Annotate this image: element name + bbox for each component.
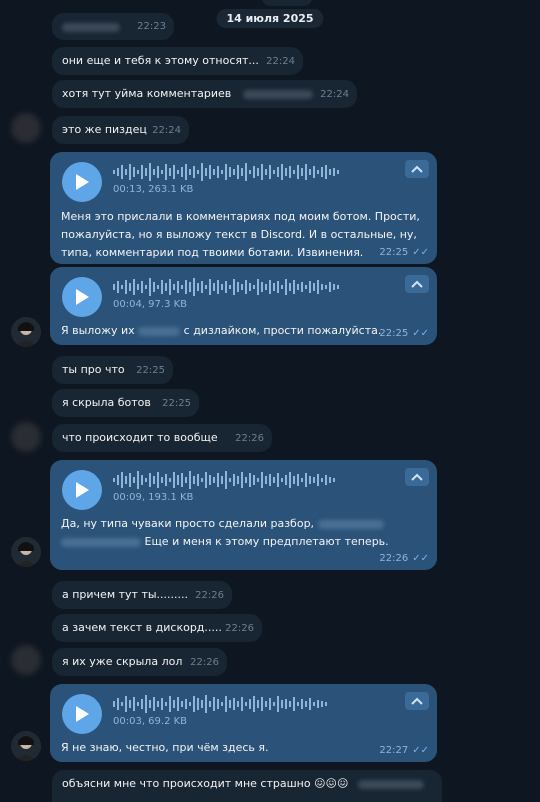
incoming-message[interactable]: 22:23	[52, 13, 174, 40]
redacted-text	[358, 779, 424, 789]
voice-duration-size: 00:13, 263.1 KB	[113, 184, 194, 195]
message-time: 22:25 ✓✓	[379, 247, 429, 258]
play-icon[interactable]	[62, 470, 102, 510]
message-time: 22:26	[190, 657, 219, 668]
message-text: я их уже скрыла лол	[62, 655, 183, 668]
voice-message[interactable]: 00:04, 97.3 KB Я выложу их с дизлайком, …	[50, 267, 437, 345]
transcription-line: типа, комментарии под твоими ботами. Изв…	[61, 246, 364, 259]
transcription-line: Еще и меня к этому предплетают теперь.	[144, 535, 389, 548]
voice-message[interactable]: 00:09, 193.1 KB Да, ну типа чуваки прост…	[50, 460, 437, 570]
message-time: 22:24	[266, 56, 295, 67]
incoming-message[interactable]: ты про что 22:25	[52, 356, 173, 384]
message-text: хотя тут уйма комментариев	[62, 87, 232, 100]
incoming-message[interactable]: я их уже скрыла лол 22:26	[52, 648, 227, 676]
message-time: 22:26	[235, 433, 264, 444]
redacted-text	[317, 519, 384, 529]
date-separator: 14 июля 2025	[216, 9, 324, 28]
message-text: а зачем текст в дискорд.....	[62, 621, 222, 634]
message-time: 22:26	[225, 623, 254, 634]
voice-duration-size: 00:09, 193.1 KB	[113, 492, 194, 503]
avatar[interactable]	[11, 731, 41, 761]
avatar[interactable]	[11, 317, 41, 347]
incoming-message[interactable]: я скрыла ботов 22:25	[52, 389, 199, 417]
message-time: 22:26	[195, 590, 224, 601]
incoming-message[interactable]: это же пиздец 22:24	[52, 116, 189, 144]
avatar[interactable]	[11, 422, 41, 452]
incoming-message[interactable]: а зачем текст в дискорд..... 22:26	[52, 614, 262, 642]
message-time: 22:24	[152, 125, 181, 136]
voice-duration-size: 00:04, 97.3 KB	[113, 299, 188, 310]
transcription-line: Меня это прислали в комментариях под мои…	[61, 210, 420, 223]
message-text: что происходит то вообще	[62, 431, 218, 444]
voice-message[interactable]: 00:13, 263.1 KB Меня это прислали в комм…	[50, 152, 437, 264]
waveform[interactable]	[113, 470, 363, 490]
waveform[interactable]	[113, 162, 363, 182]
message-text: это же пиздец	[62, 123, 147, 136]
message-time: 22:25	[136, 365, 165, 376]
cut-off-message	[262, 0, 312, 6]
incoming-message[interactable]: хотя тут уйма комментариев 22:24	[52, 80, 357, 108]
message-time: 22:23	[137, 21, 166, 32]
redacted-text	[242, 89, 313, 99]
chevron-up-icon[interactable]	[405, 468, 429, 486]
chevron-up-icon[interactable]	[405, 160, 429, 178]
avatar[interactable]	[11, 645, 41, 675]
redacted-text	[62, 22, 120, 32]
message-time: 22:24	[320, 89, 349, 100]
transcription-text: Да, ну типа чуваки просто сделали разбор…	[61, 515, 389, 551]
incoming-message[interactable]: объясни мне что происходит мне страшно 😖…	[52, 770, 442, 802]
play-icon[interactable]	[62, 162, 102, 202]
redacted-text	[138, 326, 181, 336]
double-check-icon: ✓✓	[412, 328, 429, 339]
redacted-text	[61, 537, 141, 547]
transcription-line: пожалуйста, но я выложу текст в Discord.…	[61, 228, 417, 241]
message-text: они еще и тебя к этому относят...	[62, 54, 259, 67]
voice-duration-size: 00:03, 69.2 KB	[113, 716, 188, 727]
message-text: объясни мне что происходит мне страшно 😖…	[62, 777, 349, 790]
message-time: 22:27 ✓✓	[379, 745, 429, 756]
message-text: ты про что	[62, 363, 125, 376]
incoming-message[interactable]: они еще и тебя к этому относят... 22:24	[52, 47, 303, 75]
transcription-text: Я выложу их с дизлайком, прости пожалуйс…	[61, 324, 382, 337]
transcription-line: Да, ну типа чуваки просто сделали разбор…	[61, 517, 315, 530]
double-check-icon: ✓✓	[412, 745, 429, 756]
message-time: 22:25 ✓✓	[379, 328, 429, 339]
incoming-message[interactable]: что происходит то вообще 22:26	[52, 424, 272, 452]
transcription-text: Я не знаю, честно, при чём здесь я.	[61, 741, 269, 754]
play-icon[interactable]	[62, 277, 102, 317]
play-icon[interactable]	[62, 694, 102, 734]
transcription-text: Меня это прислали в комментариях под мои…	[61, 208, 420, 262]
message-text: а причем тут ты.........	[62, 588, 189, 601]
message-time: 22:25	[162, 398, 191, 409]
message-text: я скрыла ботов	[62, 396, 151, 409]
waveform[interactable]	[113, 694, 363, 714]
waveform[interactable]	[113, 277, 363, 297]
chevron-up-icon[interactable]	[405, 275, 429, 293]
avatar[interactable]	[11, 537, 41, 567]
message-time: 22:26 ✓✓	[379, 553, 429, 564]
avatar[interactable]	[11, 113, 41, 143]
voice-message[interactable]: 00:03, 69.2 KB Я не знаю, честно, при чё…	[50, 684, 437, 762]
double-check-icon: ✓✓	[412, 553, 429, 564]
chevron-up-icon[interactable]	[405, 692, 429, 710]
double-check-icon: ✓✓	[412, 247, 429, 258]
incoming-message[interactable]: а причем тут ты......... 22:26	[52, 581, 232, 609]
